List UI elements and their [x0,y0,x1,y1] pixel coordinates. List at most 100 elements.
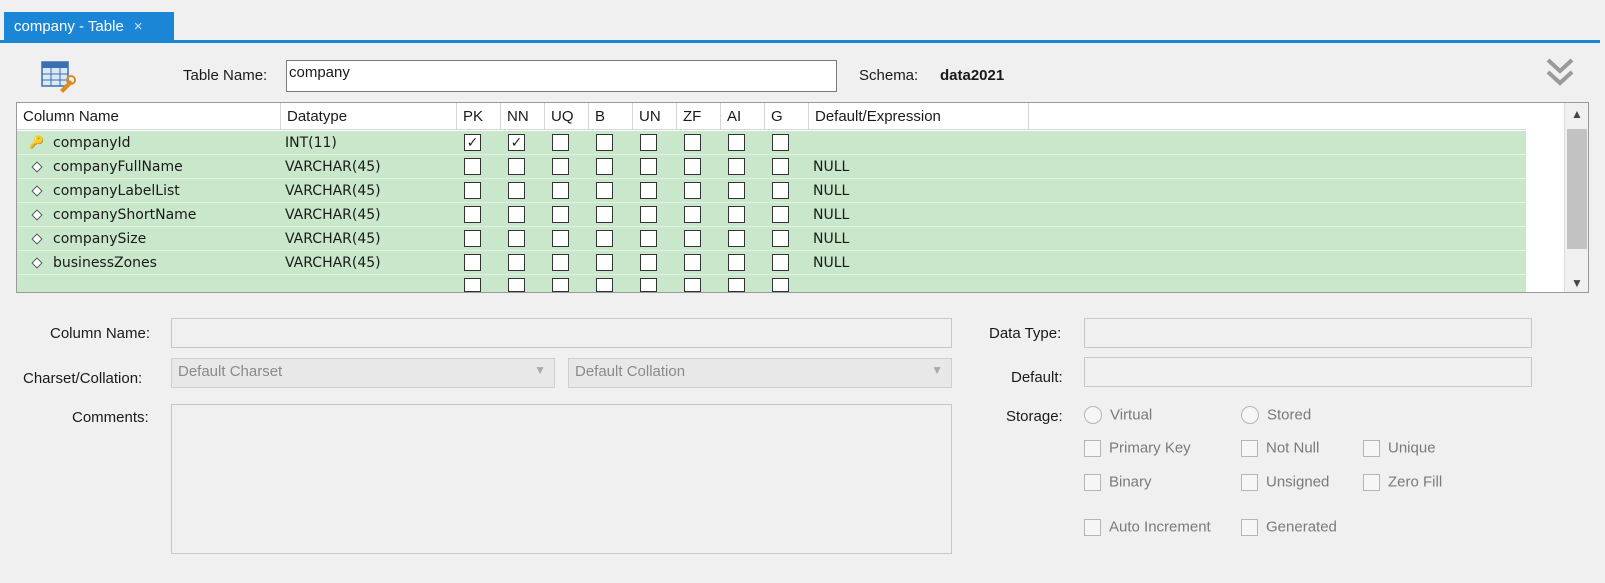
g-checkbox[interactable] [772,254,789,271]
col-header-nn[interactable]: NN [501,103,545,130]
g-checkbox[interactable] [772,230,789,247]
default-field[interactable] [1084,357,1532,387]
scroll-down-arrow-icon[interactable]: ▼ [1571,276,1583,290]
ai-checkbox[interactable] [728,230,745,247]
table-row[interactable]: companySize VARCHAR(45) NULL [17,227,1526,251]
un-checkbox[interactable] [640,206,657,223]
pk-checkbox[interactable] [464,230,481,247]
ai-checkbox[interactable] [728,206,745,223]
col-header-ai[interactable]: AI [721,103,765,130]
table-row[interactable] [17,275,1526,292]
nn-checkbox[interactable] [508,254,525,271]
nn-checkbox[interactable] [508,206,525,223]
b-checkbox[interactable] [596,182,613,199]
pk-checkbox[interactable] [464,206,481,223]
ai-checkbox[interactable] [728,182,745,199]
data-type-field[interactable] [1084,318,1532,348]
un-checkbox[interactable] [640,230,657,247]
uq-checkbox[interactable] [552,206,569,223]
un-checkbox[interactable] [640,134,657,151]
g-checkbox[interactable] [772,278,789,292]
column-name-cell[interactable]: companyId [53,131,131,155]
column-name-cell[interactable]: companyFullName [53,155,183,179]
pk-checkbox[interactable] [464,158,481,175]
datatype-cell[interactable]: VARCHAR(45) [285,155,381,179]
column-name-cell[interactable]: companySize [53,227,146,251]
un-checkbox[interactable] [640,254,657,271]
b-checkbox[interactable] [596,158,613,175]
charset-dropdown[interactable]: Default Charset ▼ [171,358,555,388]
pk-checkbox[interactable] [464,182,481,199]
column-name-cell[interactable]: businessZones [53,251,157,275]
datatype-cell[interactable]: INT(11) [285,131,337,155]
ai-checkbox[interactable] [728,134,745,151]
tab-company-table[interactable]: company - Table × [4,12,174,40]
ai-checkbox[interactable] [728,278,745,292]
b-checkbox[interactable] [596,254,613,271]
g-checkbox[interactable] [772,158,789,175]
nn-checkbox[interactable] [508,158,525,175]
auto-increment-checkbox[interactable]: Auto Increment [1084,518,1211,536]
col-header-b[interactable]: B [589,103,633,130]
g-checkbox[interactable] [772,134,789,151]
datatype-cell[interactable]: VARCHAR(45) [285,203,381,227]
zero-fill-checkbox[interactable]: Zero Fill [1363,473,1442,491]
col-header-pk[interactable]: PK [457,103,501,130]
generated-checkbox[interactable]: Generated [1241,518,1337,536]
ai-checkbox[interactable] [728,158,745,175]
uq-checkbox[interactable] [552,278,569,292]
un-checkbox[interactable] [640,278,657,292]
column-name-cell[interactable]: companyShortName [53,203,196,227]
default-cell[interactable]: NULL [813,203,849,227]
zf-checkbox[interactable] [684,230,701,247]
zf-checkbox[interactable] [684,182,701,199]
col-header-uq[interactable]: UQ [545,103,589,130]
scroll-thumb[interactable] [1567,129,1587,249]
default-cell[interactable]: NULL [813,251,849,275]
zf-checkbox[interactable] [684,158,701,175]
b-checkbox[interactable] [596,206,613,223]
col-header-g[interactable]: G [765,103,809,130]
uq-checkbox[interactable] [552,182,569,199]
col-header-datatype[interactable]: Datatype [281,103,457,130]
uq-checkbox[interactable] [552,134,569,151]
col-header-un[interactable]: UN [633,103,677,130]
b-checkbox[interactable] [596,230,613,247]
col-header-zf[interactable]: ZF [677,103,721,130]
g-checkbox[interactable] [772,182,789,199]
storage-stored-radio[interactable]: Stored [1241,406,1311,425]
pk-checkbox[interactable] [464,254,481,271]
col-header-default[interactable]: Default/Expression [809,103,1029,130]
collapse-chevron-icon[interactable] [1546,57,1574,87]
close-icon[interactable]: × [134,18,143,35]
table-row[interactable]: 🔑 companyId INT(11) ✓ ✓ [17,131,1526,155]
uq-checkbox[interactable] [552,158,569,175]
datatype-cell[interactable]: VARCHAR(45) [285,227,381,251]
grid-vertical-scrollbar[interactable]: ▲ ▼ [1564,103,1588,292]
collation-dropdown[interactable]: Default Collation ▼ [568,358,952,388]
b-checkbox[interactable] [596,278,613,292]
column-name-field[interactable] [171,318,952,348]
datatype-cell[interactable]: VARCHAR(45) [285,251,381,275]
pk-checkbox[interactable] [464,278,481,292]
default-cell[interactable]: NULL [813,155,849,179]
zf-checkbox[interactable] [684,206,701,223]
zf-checkbox[interactable] [684,134,701,151]
table-row[interactable]: companyShortName VARCHAR(45) NULL [17,203,1526,227]
nn-checkbox[interactable] [508,182,525,199]
zf-checkbox[interactable] [684,278,701,292]
table-row[interactable]: businessZones VARCHAR(45) NULL [17,251,1526,275]
scroll-up-arrow-icon[interactable]: ▲ [1571,107,1583,121]
not-null-checkbox[interactable]: Not Null [1241,439,1319,457]
column-name-cell[interactable]: companyLabelList [53,179,180,203]
primary-key-checkbox[interactable]: Primary Key [1084,439,1191,457]
pk-checkbox[interactable]: ✓ [464,134,481,151]
comments-textarea[interactable] [171,404,952,554]
nn-checkbox[interactable] [508,278,525,292]
b-checkbox[interactable] [596,134,613,151]
unique-checkbox[interactable]: Unique [1363,439,1436,457]
table-name-input[interactable]: company [286,60,837,92]
default-cell[interactable]: NULL [813,227,849,251]
nn-checkbox[interactable] [508,230,525,247]
g-checkbox[interactable] [772,206,789,223]
